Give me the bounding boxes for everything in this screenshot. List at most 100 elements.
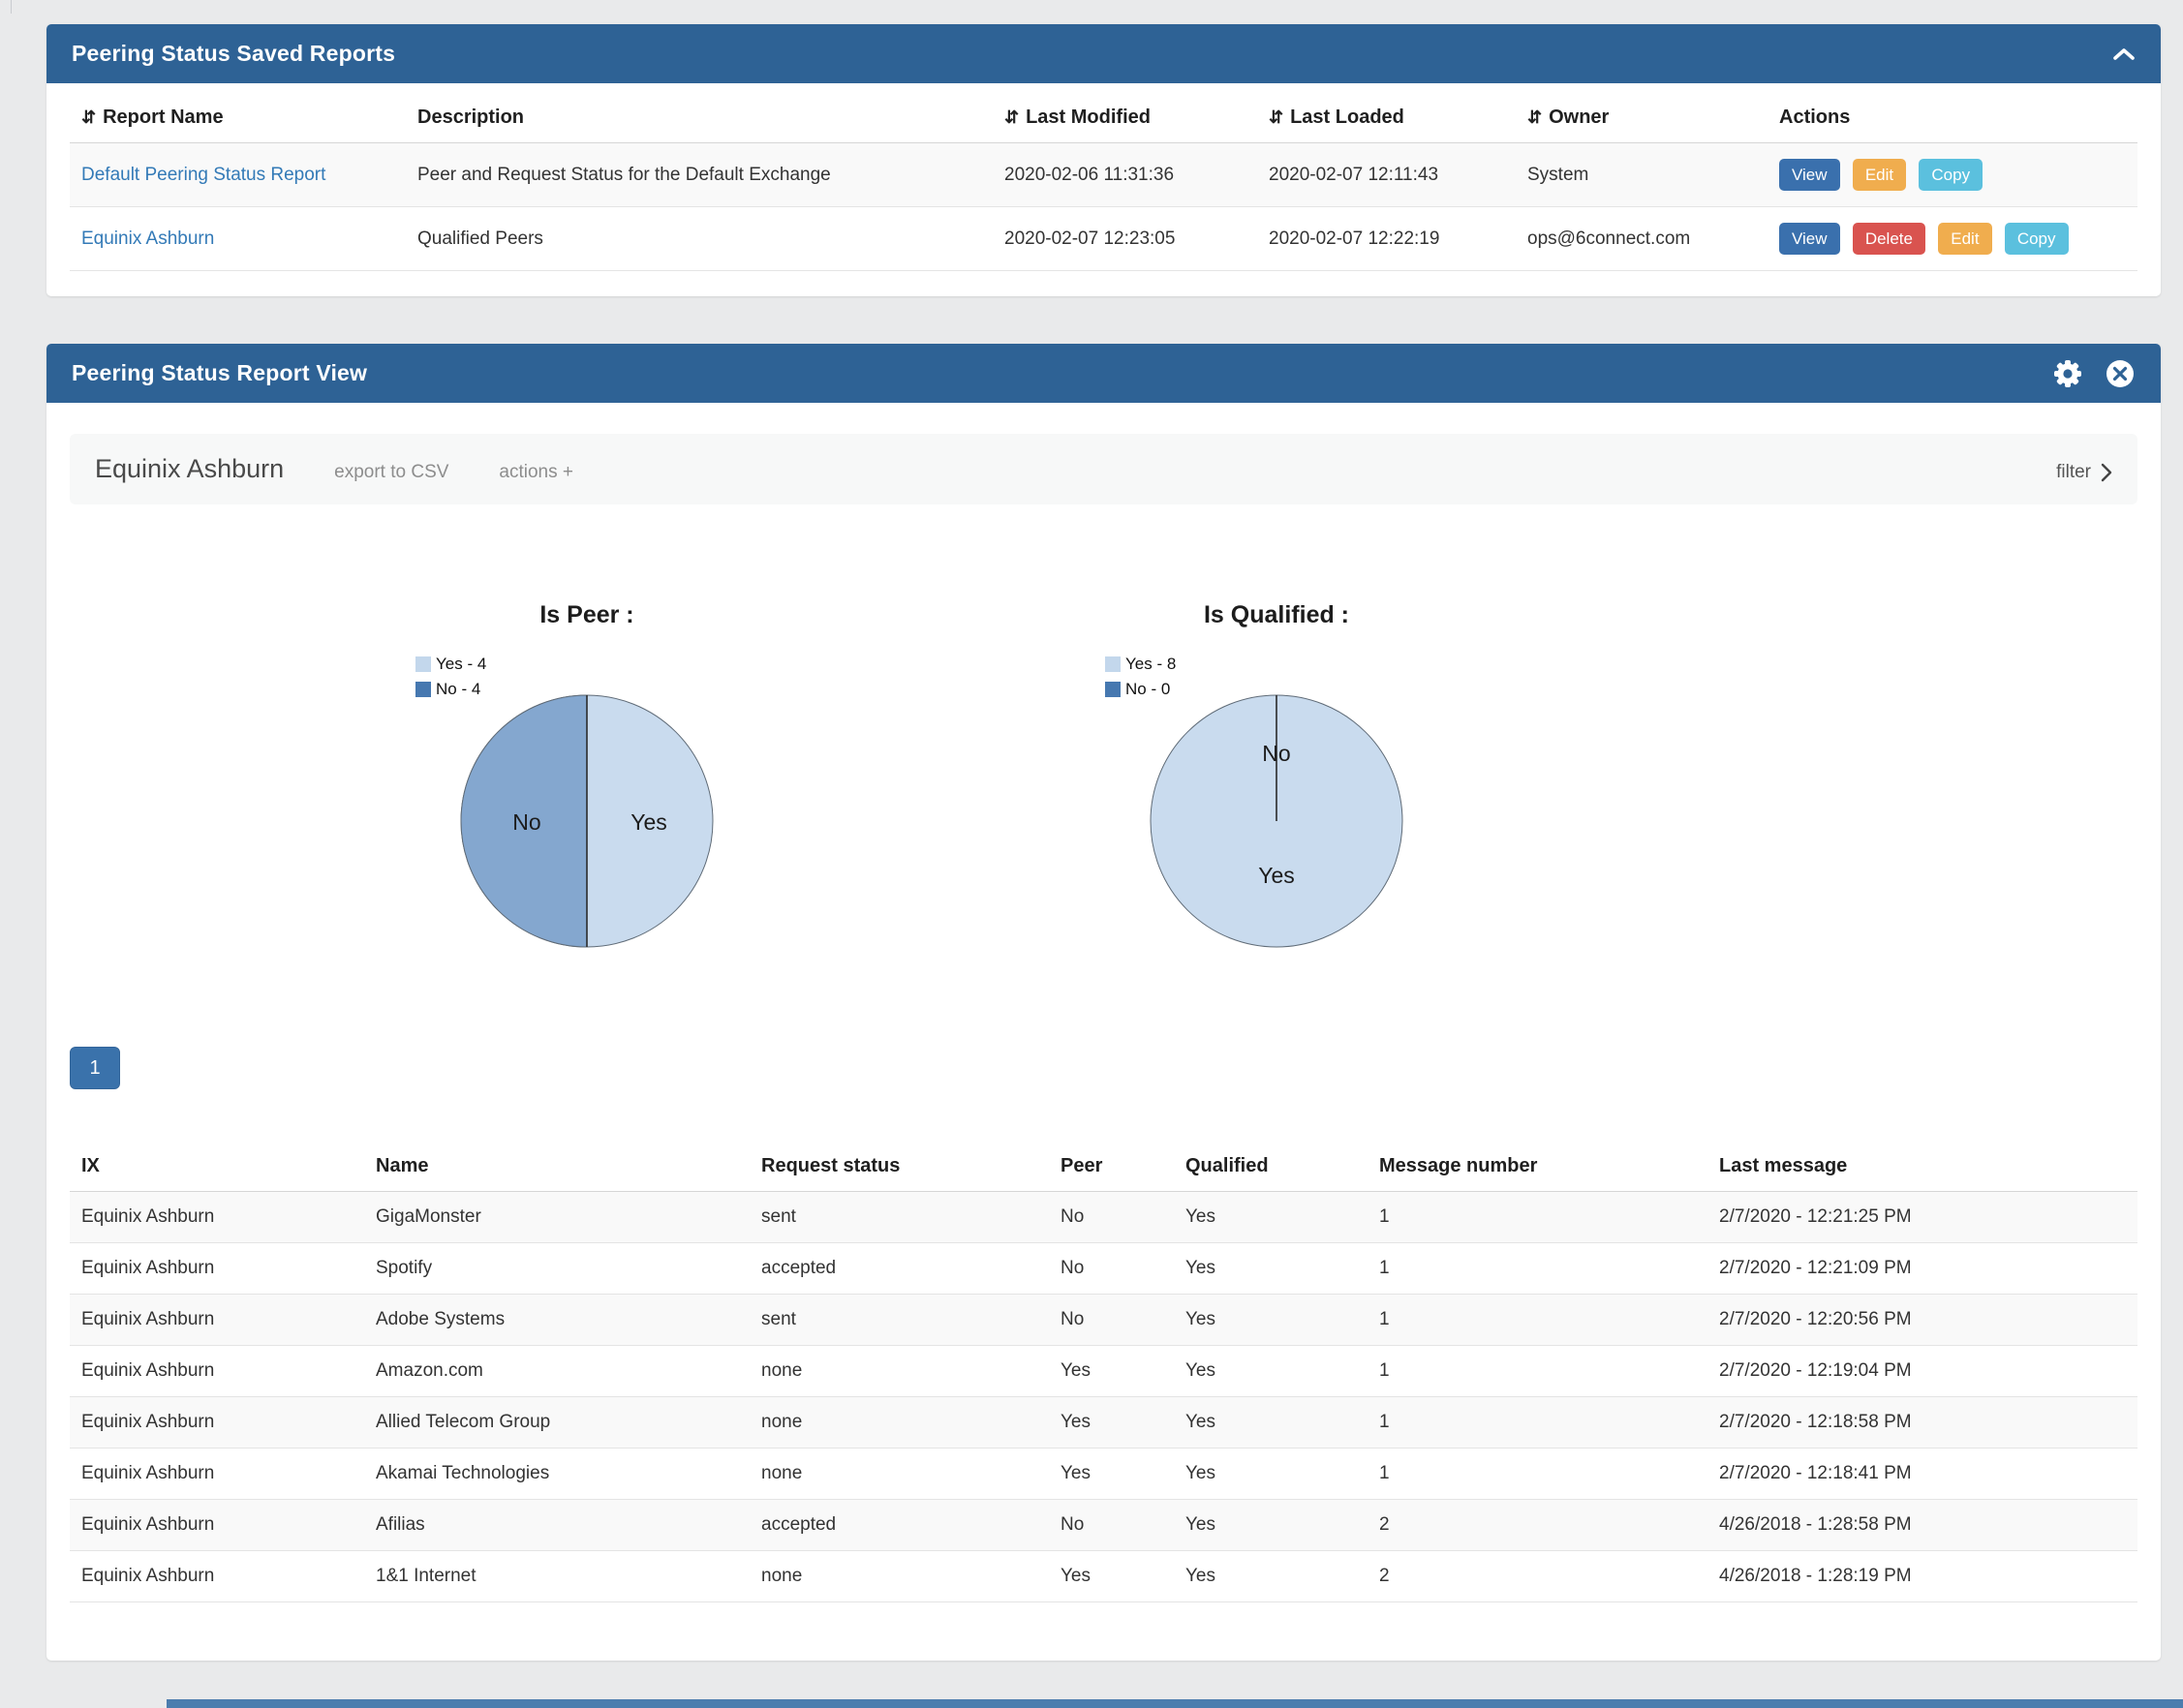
owner-cell: ops@6connect.com xyxy=(1516,207,1768,271)
report-link[interactable]: Equinix Ashburn xyxy=(81,229,214,249)
name-cell: GigaMonster xyxy=(364,1192,750,1243)
collapse-panel-icon[interactable] xyxy=(2112,47,2136,61)
peer-cell: Yes xyxy=(1049,1346,1174,1397)
ix-cell: Equinix Ashburn xyxy=(70,1551,364,1602)
message-number-cell: 1 xyxy=(1368,1192,1707,1243)
sort-icon: ⇵ xyxy=(1527,107,1542,127)
column-header-request-status: Request status xyxy=(750,1138,1049,1192)
delete-button[interactable]: Delete xyxy=(1853,223,1925,255)
peer-cell: Yes xyxy=(1049,1397,1174,1449)
name-cell: Akamai Technologies xyxy=(364,1449,750,1500)
legend-item: Yes - 4 xyxy=(415,655,486,674)
copy-button[interactable]: Copy xyxy=(2005,223,2069,255)
page-1-button[interactable]: 1 xyxy=(70,1047,120,1089)
report-view-panel: Peering Status Report View xyxy=(46,344,2161,1661)
peer-cell: No xyxy=(1049,1500,1174,1551)
copy-button[interactable]: Copy xyxy=(1919,159,1983,191)
column-header-message-number: Message number xyxy=(1368,1138,1707,1192)
message-number-cell: 2 xyxy=(1368,1551,1707,1602)
is-peer-pie-chart: No Yes xyxy=(459,693,715,949)
export-csv-link[interactable]: export to CSV xyxy=(334,462,448,483)
report-view-panel-title: Peering Status Report View xyxy=(72,360,367,386)
saved-reports-panel: Peering Status Saved Reports ⇵Report Nam… xyxy=(46,24,2161,296)
close-panel-icon[interactable] xyxy=(2105,358,2136,389)
report-view-panel-body: Equinix Ashburn export to CSV actions + … xyxy=(46,403,2161,1661)
request-status-cell: none xyxy=(750,1346,1049,1397)
actions-menu-link[interactable]: actions + xyxy=(499,462,573,483)
last-message-cell: 4/26/2018 - 1:28:19 PM xyxy=(1707,1551,2137,1602)
report-name-cell: Default Peering Status Report xyxy=(70,143,406,207)
last-message-cell: 2/7/2020 - 12:21:25 PM xyxy=(1707,1192,2137,1243)
message-number-cell: 1 xyxy=(1368,1243,1707,1295)
is-peer-pie-area: Yes - 4 No - 4 No Yes xyxy=(384,637,790,957)
legend-item: Yes - 8 xyxy=(1105,655,1176,674)
saved-reports-panel-body: ⇵Report Name Description ⇵Last Modified … xyxy=(46,83,2161,296)
results-table: IX Name Request status Peer Qualified Me… xyxy=(70,1138,2137,1602)
column-header-report-name[interactable]: ⇵Report Name xyxy=(70,89,406,143)
message-number-cell: 1 xyxy=(1368,1295,1707,1346)
report-name-heading: Equinix Ashburn xyxy=(95,454,284,484)
column-header-last-message: Last message xyxy=(1707,1138,2137,1192)
name-cell: 1&1 Internet xyxy=(364,1551,750,1602)
report-name-cell: Equinix Ashburn xyxy=(70,207,406,271)
last-loaded-cell: 2020-02-07 12:11:43 xyxy=(1257,143,1516,207)
results-table-section: IX Name Request status Peer Qualified Me… xyxy=(70,1138,2137,1602)
close-circle-icon xyxy=(2105,358,2136,389)
result-row: Equinix Ashburn Akamai Technologies none… xyxy=(70,1449,2137,1500)
legend-label: Yes - 4 xyxy=(436,655,486,674)
view-button[interactable]: View xyxy=(1779,159,1840,191)
qualified-cell: Yes xyxy=(1174,1192,1368,1243)
settings-gear-icon[interactable] xyxy=(2052,358,2083,389)
actions-cell: View Edit Copy xyxy=(1768,143,2137,207)
saved-report-row: Equinix Ashburn Qualified Peers 2020-02-… xyxy=(70,207,2137,271)
ix-cell: Equinix Ashburn xyxy=(70,1449,364,1500)
name-cell: Amazon.com xyxy=(364,1346,750,1397)
request-status-cell: none xyxy=(750,1397,1049,1449)
last-loaded-cell: 2020-02-07 12:22:19 xyxy=(1257,207,1516,271)
actions-cell: View Delete Edit Copy xyxy=(1768,207,2137,271)
is-qualified-pie-chart: No Yes xyxy=(1149,693,1404,949)
charts-section: Is Peer : Yes - 4 No - 4 xyxy=(70,601,2137,961)
result-row: Equinix Ashburn GigaMonster sent No Yes … xyxy=(70,1192,2137,1243)
description-cell: Peer and Request Status for the Default … xyxy=(406,143,993,207)
qualified-cell: Yes xyxy=(1174,1243,1368,1295)
report-link[interactable]: Default Peering Status Report xyxy=(81,165,325,185)
column-header-actions: Actions xyxy=(1768,89,2137,143)
legend-swatch-yes xyxy=(415,656,431,672)
chevron-up-icon xyxy=(2112,47,2136,61)
edit-button[interactable]: Edit xyxy=(1853,159,1906,191)
view-button[interactable]: View xyxy=(1779,223,1840,255)
pie-label-yes: Yes xyxy=(630,809,667,835)
column-header-qualified: Qualified xyxy=(1174,1138,1368,1192)
is-qualified-chart: Is Qualified : Yes - 8 No - 0 xyxy=(1073,601,1480,957)
peer-cell: Yes xyxy=(1049,1449,1174,1500)
legend-swatch-no xyxy=(1105,682,1121,697)
edit-button[interactable]: Edit xyxy=(1938,223,1991,255)
request-status-cell: accepted xyxy=(750,1500,1049,1551)
is-qualified-pie-area: Yes - 8 No - 0 No Yes xyxy=(1073,637,1480,957)
qualified-cell: Yes xyxy=(1174,1500,1368,1551)
message-number-cell: 1 xyxy=(1368,1346,1707,1397)
message-number-cell: 1 xyxy=(1368,1397,1707,1449)
column-header-owner[interactable]: ⇵Owner xyxy=(1516,89,1768,143)
request-status-cell: none xyxy=(750,1449,1049,1500)
result-row: Equinix Ashburn Spotify accepted No Yes … xyxy=(70,1243,2137,1295)
last-modified-cell: 2020-02-07 12:23:05 xyxy=(993,207,1257,271)
name-cell: Allied Telecom Group xyxy=(364,1397,750,1449)
description-cell: Qualified Peers xyxy=(406,207,993,271)
pie-label-no: No xyxy=(1262,741,1290,766)
qualified-cell: Yes xyxy=(1174,1295,1368,1346)
saved-reports-header-row: ⇵Report Name Description ⇵Last Modified … xyxy=(70,89,2137,143)
ix-cell: Equinix Ashburn xyxy=(70,1397,364,1449)
is-peer-chart-title: Is Peer : xyxy=(384,601,790,629)
pie-label-no: No xyxy=(512,809,540,835)
ix-cell: Equinix Ashburn xyxy=(70,1346,364,1397)
column-header-last-modified[interactable]: ⇵Last Modified xyxy=(993,89,1257,143)
sort-icon: ⇵ xyxy=(81,107,96,127)
peer-cell: No xyxy=(1049,1243,1174,1295)
filter-toggle[interactable]: filter xyxy=(2056,462,2112,483)
last-message-cell: 2/7/2020 - 12:21:09 PM xyxy=(1707,1243,2137,1295)
sort-icon: ⇵ xyxy=(1269,107,1283,127)
qualified-cell: Yes xyxy=(1174,1449,1368,1500)
column-header-last-loaded[interactable]: ⇵Last Loaded xyxy=(1257,89,1516,143)
